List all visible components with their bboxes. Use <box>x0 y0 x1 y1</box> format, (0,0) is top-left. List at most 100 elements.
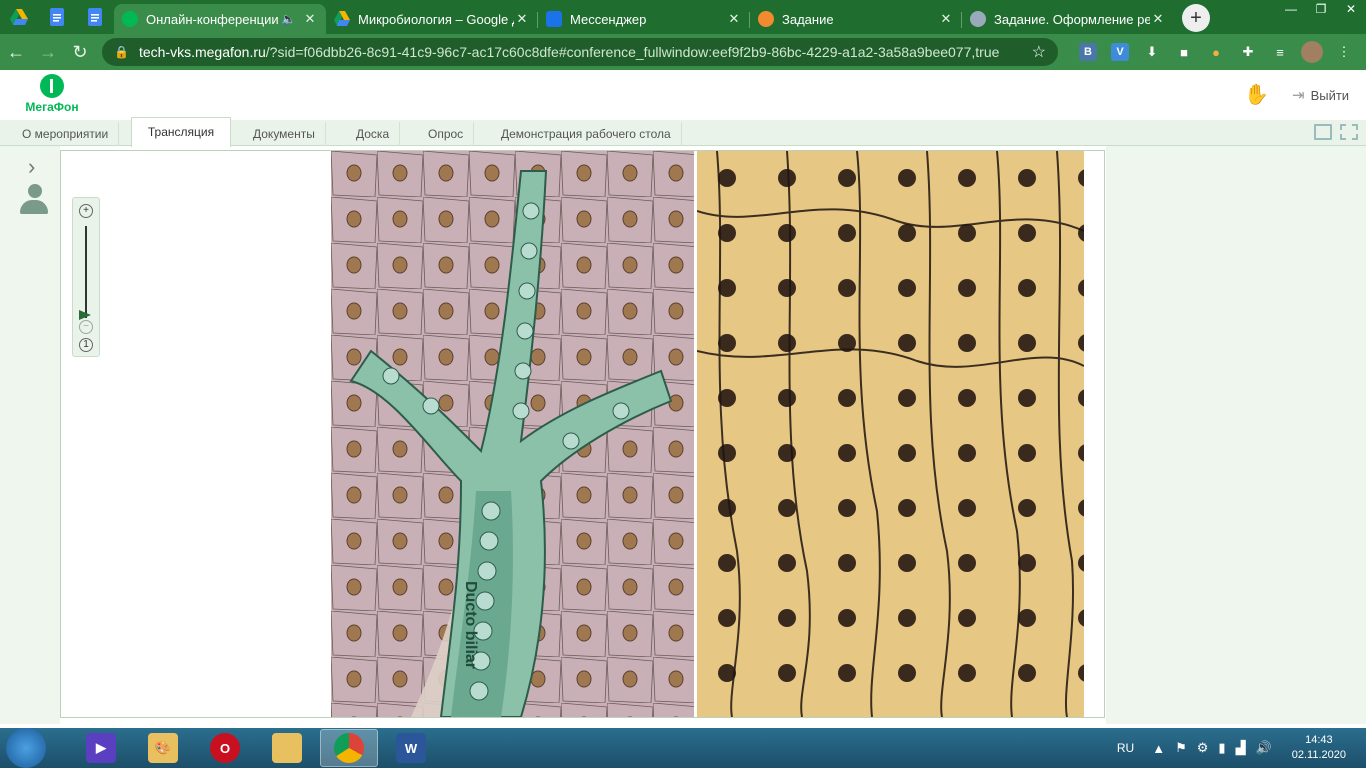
tab-label: Трансляция <box>147 125 215 139</box>
pinned-tab-docs-1[interactable] <box>38 0 76 34</box>
play-icon: ▶ <box>86 733 116 763</box>
browser-tab-strip: Онлайн-конференции 🔈 ✕ Микробиология – G… <box>0 0 1366 34</box>
media-control[interactable]: ≡ <box>1264 41 1296 63</box>
bookmark-star-icon[interactable]: ☆ <box>1032 42 1046 62</box>
google-docs-icon <box>88 8 102 26</box>
taskbar-media-player[interactable]: ▶ <box>72 729 130 767</box>
window-controls: — ❐ ✕ <box>1276 0 1366 18</box>
network-error-icon[interactable]: ⚑ <box>1175 740 1187 756</box>
tab-documents[interactable]: Документы <box>243 122 326 146</box>
extension-vk[interactable]: В <box>1072 41 1104 63</box>
tab-title: Задание <box>782 11 834 27</box>
bile-duct-illustration: Ducto biliar <box>331 151 694 717</box>
exit-button[interactable]: ⇥ Выйти <box>1292 86 1349 104</box>
taskbar-paint[interactable]: 🎨 <box>134 729 192 767</box>
task-favicon-icon <box>758 11 774 27</box>
profile-avatar[interactable] <box>1296 41 1328 63</box>
speaker-icon[interactable]: 🔈 <box>281 12 296 26</box>
start-button[interactable] <box>6 728 46 768</box>
taskbar-explorer[interactable] <box>258 729 316 767</box>
folder-icon <box>272 733 302 763</box>
clock[interactable]: 14:43 02.11.2020 <box>1292 733 1346 763</box>
show-hidden-icons-icon[interactable]: ▲ <box>1152 741 1165 756</box>
cookie-extension[interactable]: ● <box>1200 41 1232 63</box>
megafon-logo: МегаФон <box>12 74 92 114</box>
fullscreen-icon[interactable] <box>1340 124 1358 140</box>
app-header: МегаФон ✋ ⇥ Выйти <box>0 70 1366 120</box>
tab-task[interactable]: Задание ✕ <box>750 4 962 34</box>
back-arrow-icon[interactable]: ← <box>0 42 32 63</box>
url-path: /?sid=f06dbb26-8c91-41c9-96c7-ac17c60c8d… <box>265 44 1000 60</box>
zoom-out-icon[interactable]: − <box>79 320 93 334</box>
raise-hand-icon[interactable]: ✋ <box>1244 82 1269 107</box>
tab-about-event[interactable]: О мероприятии <box>12 122 120 146</box>
reload-icon[interactable]: ↻ <box>64 42 96 63</box>
palette-icon: 🎨 <box>148 733 178 763</box>
tab-broadcast[interactable]: Трансляция <box>131 117 231 147</box>
zoom-slider-thumb[interactable] <box>79 310 91 320</box>
taskbar-opera[interactable]: O <box>196 729 254 767</box>
zoom-reset-icon[interactable]: 1 <box>79 338 93 352</box>
chrome-icon <box>334 733 364 763</box>
close-tab-icon[interactable]: ✕ <box>1150 11 1166 27</box>
taskbar-chrome[interactable] <box>320 729 378 767</box>
micrograph-drawing <box>697 151 1084 717</box>
megafon-favicon-icon <box>122 11 138 27</box>
forward-arrow-icon[interactable]: → <box>32 42 64 63</box>
chrome-menu[interactable]: ⋮ <box>1328 41 1360 63</box>
puzzle-icon: ✚ <box>1242 44 1254 59</box>
plus-icon: + <box>1190 6 1202 29</box>
tab-label: Опрос <box>428 127 464 141</box>
silver-stain-micrograph <box>697 151 1084 717</box>
extensions-puzzle[interactable]: ✚ <box>1232 41 1264 63</box>
tab-desktop-share[interactable]: Демонстрация рабочего стола <box>491 122 682 146</box>
url-text: tech-vks.megafon.ru/?sid=f06dbb26-8c91-4… <box>139 44 1032 60</box>
close-tab-icon[interactable]: ✕ <box>726 11 742 27</box>
language-indicator[interactable]: RU <box>1117 741 1134 755</box>
battery-icon[interactable]: ▮ <box>1218 740 1225 756</box>
messenger-icon <box>546 11 562 27</box>
clock-date: 02.11.2020 <box>1291 749 1346 761</box>
settings-gear-icon[interactable]: ⚙ <box>1197 740 1209 756</box>
close-tab-icon[interactable]: ✕ <box>302 11 318 27</box>
tab-board[interactable]: Доска <box>346 122 401 146</box>
close-tab-icon[interactable]: ✕ <box>938 11 954 27</box>
address-bar[interactable]: 🔒 tech-vks.megafon.ru/?sid=f06dbb26-8c91… <box>102 38 1058 66</box>
close-window-icon[interactable]: ✕ <box>1336 0 1366 18</box>
pinned-tab-docs-2[interactable] <box>76 0 114 34</box>
app-tabs: О мероприятии Трансляция Документы Доска… <box>0 117 1366 147</box>
broadcast-viewport: + − 1 Ducto biliar <box>60 150 1105 718</box>
cookie-icon: ● <box>1212 44 1220 60</box>
tab-label: Документы <box>253 127 315 141</box>
tab-poll[interactable]: Опрос <box>418 122 475 146</box>
participants-rail: › <box>0 146 60 724</box>
pinned-tab-google-drive[interactable] <box>0 0 38 34</box>
zoom-in-icon[interactable]: + <box>79 204 93 218</box>
extension-v[interactable]: V <box>1104 41 1136 63</box>
signal-icon[interactable]: ▟ <box>1236 740 1246 756</box>
exit-icon: ⇥ <box>1292 87 1305 104</box>
tab-label: Доска <box>356 127 390 141</box>
minimize-icon[interactable]: — <box>1276 0 1306 18</box>
tab-title: Онлайн-конференции <box>146 11 279 27</box>
tab-task-formatting[interactable]: Задание. Оформление реф ✕ <box>962 4 1174 34</box>
bile-duct-drawing <box>331 151 694 717</box>
restore-icon[interactable]: ❐ <box>1306 0 1336 18</box>
tab-microbiology[interactable]: Микробиология – Google Д ✕ <box>326 4 538 34</box>
chevron-right-icon[interactable]: › <box>28 154 35 180</box>
tab-messenger[interactable]: Мессенджер ✕ <box>538 4 750 34</box>
zoom-track[interactable] <box>85 226 87 318</box>
tab-online-conference[interactable]: Онлайн-конференции 🔈 ✕ <box>114 4 326 34</box>
taskbar-word[interactable]: W <box>382 729 440 767</box>
new-tab-button[interactable]: + <box>1182 4 1210 32</box>
cube-extension[interactable]: ■ <box>1168 41 1200 63</box>
tab-title: Микробиология – Google Д <box>358 11 514 27</box>
close-tab-icon[interactable]: ✕ <box>514 11 530 27</box>
download-extension[interactable]: ⬇ <box>1136 41 1168 63</box>
split-view-icon[interactable] <box>1314 124 1332 140</box>
volume-icon[interactable]: 🔊 <box>1256 740 1272 756</box>
user-icon[interactable] <box>20 184 50 216</box>
zoom-control: + − 1 <box>72 197 100 357</box>
slide-label-ducto-biliar: Ducto biliar <box>462 581 479 670</box>
browser-toolbar: ← → ↻ 🔒 tech-vks.megafon.ru/?sid=f06dbb2… <box>0 34 1366 70</box>
